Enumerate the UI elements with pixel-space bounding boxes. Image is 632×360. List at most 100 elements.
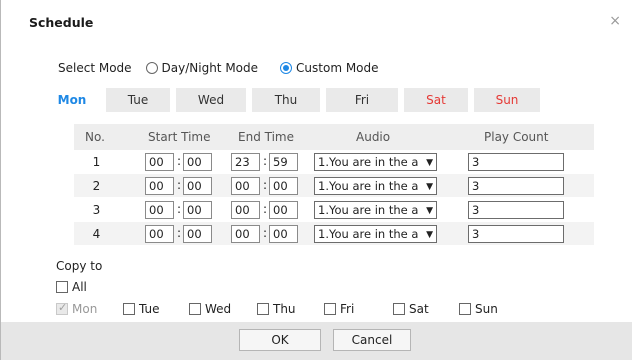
- end-minute-input[interactable]: 59: [269, 153, 298, 171]
- copy-sat-checkbox[interactable]: Sat: [393, 302, 429, 316]
- copy-wed-checkbox[interactable]: Wed: [189, 302, 231, 316]
- time-separator: :: [263, 202, 268, 216]
- header-audio: Audio: [356, 130, 391, 144]
- cancel-button[interactable]: Cancel: [333, 329, 411, 351]
- time-separator: :: [263, 178, 268, 192]
- checkbox-label: Thu: [273, 302, 296, 316]
- header-play-count: Play Count: [484, 130, 549, 144]
- row-number: 3: [92, 203, 101, 217]
- audio-select-value: 1.You are in the a: [318, 179, 419, 193]
- start-minute-input[interactable]: 00: [183, 153, 212, 171]
- end-hour-input[interactable]: 23: [231, 153, 260, 171]
- tab-tue[interactable]: Tue: [106, 88, 170, 112]
- audio-select[interactable]: 1.You are in the a ▼: [314, 153, 437, 171]
- checkbox-label: Fri: [340, 302, 355, 316]
- copy-mon-checkbox: Mon: [56, 301, 98, 316]
- table-row: 1 00 : 00 23 : 59 1.You are in the a ▼ 3: [74, 150, 594, 174]
- start-minute-input[interactable]: 00: [183, 201, 212, 219]
- dialog-title: Schedule: [29, 15, 94, 30]
- chevron-down-icon: ▼: [426, 182, 433, 192]
- table-header: No. Start Time End Time Audio Play Count: [74, 124, 594, 150]
- header-end-time: End Time: [238, 130, 294, 144]
- checkbox-label: Sun: [475, 302, 498, 316]
- copy-thu-checkbox[interactable]: Thu: [257, 302, 296, 316]
- copy-fri-checkbox[interactable]: Fri: [324, 302, 354, 316]
- audio-select[interactable]: 1.You are in the a ▼: [314, 225, 437, 243]
- radio-selected-icon: [280, 62, 293, 74]
- schedule-table: No. Start Time End Time Audio Play Count…: [74, 124, 594, 246]
- chevron-down-icon: ▼: [426, 206, 433, 216]
- start-minute-input[interactable]: 00: [183, 225, 212, 243]
- end-hour-input[interactable]: 00: [231, 201, 260, 219]
- checkbox-label: All: [72, 280, 87, 294]
- start-minute-input[interactable]: 00: [183, 177, 212, 195]
- select-mode-label: Select Mode: [58, 61, 132, 75]
- radio-label: Day/Night Mode: [161, 61, 259, 75]
- chevron-down-icon: ▼: [426, 158, 433, 168]
- day-night-mode-radio[interactable]: Day/Night Mode: [145, 61, 259, 75]
- end-minute-input[interactable]: 00: [269, 177, 298, 195]
- end-minute-input[interactable]: 00: [269, 201, 298, 219]
- audio-select[interactable]: 1.You are in the a ▼: [314, 201, 437, 219]
- tab-sun[interactable]: Sun: [474, 88, 540, 112]
- copy-tue-checkbox[interactable]: Tue: [123, 302, 160, 316]
- checkbox-icon: [324, 303, 336, 315]
- checkbox-icon: [56, 281, 68, 293]
- audio-select-value: 1.You are in the a: [318, 203, 419, 217]
- header-start-time: Start Time: [148, 130, 211, 144]
- time-separator: :: [177, 226, 182, 240]
- audio-select-value: 1.You are in the a: [318, 155, 419, 169]
- end-minute-input[interactable]: 00: [269, 225, 298, 243]
- row-number: 2: [92, 179, 101, 193]
- checkbox-icon: [257, 303, 269, 315]
- table-row: 3 00 : 00 00 : 00 1.You are in the a ▼ 3: [74, 198, 594, 222]
- schedule-dialog: Schedule × Select Mode Day/Night Mode Cu…: [0, 0, 632, 360]
- play-count-input[interactable]: 3: [468, 201, 564, 219]
- custom-mode-radio[interactable]: Custom Mode: [280, 61, 379, 75]
- end-hour-input[interactable]: 00: [231, 225, 260, 243]
- start-hour-input[interactable]: 00: [145, 225, 174, 243]
- header-no: No.: [85, 130, 105, 144]
- tab-sat[interactable]: Sat: [404, 88, 468, 112]
- time-separator: :: [177, 154, 182, 168]
- title-bar: Schedule ×: [1, 0, 632, 38]
- row-number: 1: [92, 155, 101, 169]
- copy-all-checkbox[interactable]: All: [56, 280, 87, 294]
- mode-selector: Select Mode Day/Night Mode Custom Mode: [58, 60, 401, 76]
- checked-icon: [56, 301, 68, 315]
- row-number: 4: [92, 227, 101, 241]
- checkbox-label: Wed: [205, 302, 232, 316]
- radio-icon: [145, 62, 158, 74]
- audio-select-value: 1.You are in the a: [318, 227, 419, 241]
- play-count-input[interactable]: 3: [468, 153, 564, 171]
- radio-label: Custom Mode: [296, 61, 379, 75]
- start-hour-input[interactable]: 00: [145, 153, 174, 171]
- time-separator: :: [177, 202, 182, 216]
- checkbox-icon: [393, 303, 405, 315]
- tab-thu[interactable]: Thu: [252, 88, 320, 112]
- checkbox-label: Sat: [409, 302, 429, 316]
- tab-wed[interactable]: Wed: [176, 88, 246, 112]
- time-separator: :: [177, 178, 182, 192]
- table-row: 2 00 : 00 00 : 00 1.You are in the a ▼ 3: [74, 174, 594, 198]
- checkbox-icon: [189, 303, 201, 315]
- close-icon[interactable]: ×: [609, 13, 621, 29]
- time-separator: :: [263, 226, 268, 240]
- table-row: 4 00 : 00 00 : 00 1.You are in the a ▼ 3: [74, 222, 594, 246]
- tab-fri[interactable]: Fri: [326, 88, 398, 112]
- chevron-down-icon: ▼: [426, 230, 433, 240]
- checkbox-icon: [123, 303, 135, 315]
- start-hour-input[interactable]: 00: [145, 201, 174, 219]
- audio-select[interactable]: 1.You are in the a ▼: [314, 177, 437, 195]
- checkbox-icon: [459, 303, 471, 315]
- ok-button[interactable]: OK: [239, 329, 321, 351]
- play-count-input[interactable]: 3: [468, 177, 564, 195]
- end-hour-input[interactable]: 00: [231, 177, 260, 195]
- checkbox-label: Tue: [139, 302, 160, 316]
- play-count-input[interactable]: 3: [468, 225, 564, 243]
- checkbox-label: Mon: [72, 302, 98, 316]
- copy-to-label: Copy to: [56, 259, 103, 273]
- start-hour-input[interactable]: 00: [145, 177, 174, 195]
- tab-mon[interactable]: Mon: [44, 88, 100, 112]
- copy-sun-checkbox[interactable]: Sun: [459, 302, 498, 316]
